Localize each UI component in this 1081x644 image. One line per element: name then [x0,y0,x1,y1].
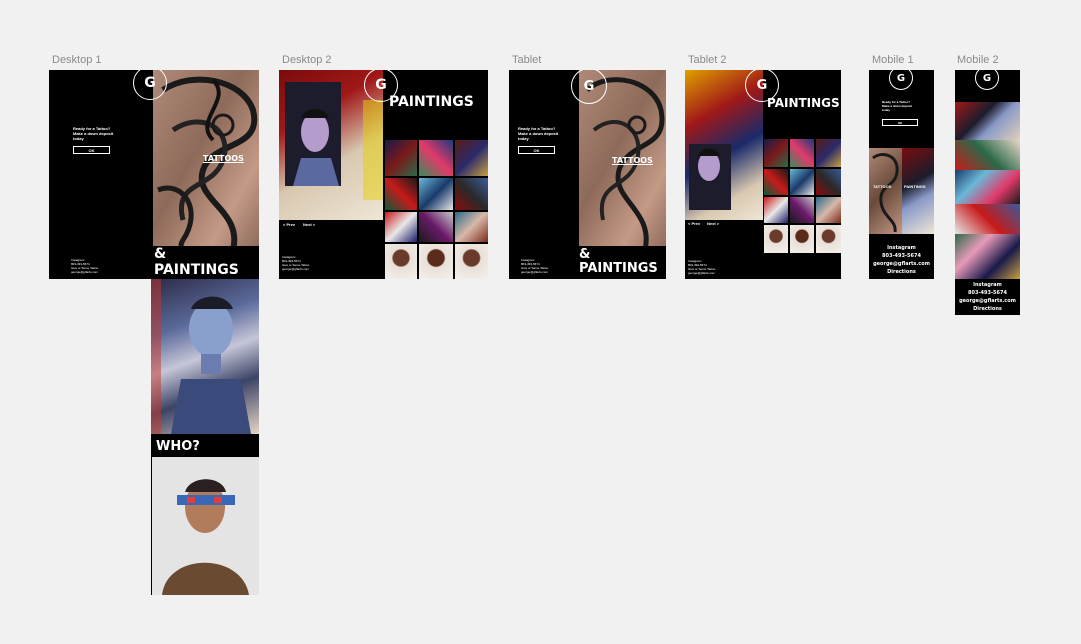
desktop-1-scroll-extension: & PAINTINGS WHO? [151,246,259,595]
prev-button[interactable]: < Prev [283,222,295,227]
logo-icon[interactable]: G [889,70,913,90]
promo-text: Ready for a Tattoo? Make a down deposit … [882,100,912,112]
paintings-tile-image[interactable] [902,148,934,234]
gallery-thumb[interactable] [385,140,417,176]
contact-email[interactable]: george@gflarts.com [521,270,548,274]
contact-email[interactable]: george@gflarts.com [282,267,309,271]
gallery-thumb[interactable] [816,169,841,195]
paintings-heading: PAINTINGS [767,96,840,110]
gallery-thumb[interactable] [419,140,453,176]
ok-button[interactable]: OK [73,146,110,154]
contact-phone[interactable]: 803-493-5674 [955,289,1020,297]
gallery-thumb[interactable] [385,212,417,242]
logo-letter: G [756,77,768,93]
mobile-footer: Instagram 803-493-5674 george@gflarts.co… [955,281,1020,313]
artboard-label-tablet[interactable]: Tablet [512,54,541,66]
tattoo-pattern-icon [872,153,899,233]
and-paintings-heading: & PAINTINGS [154,246,239,278]
logo-letter: G [144,75,156,91]
prev-button[interactable]: < Prev [688,221,700,226]
artboard-tablet[interactable]: G Ready for a Tattoo? Make a down deposi… [509,70,666,279]
gallery-thumb[interactable] [764,197,788,223]
contact-email[interactable]: george@gflarts.com [688,271,715,275]
paintings-tile-label: PAINTINGS [904,184,926,189]
artboard-label-desktop-2[interactable]: Desktop 2 [282,54,332,66]
gallery-thumb[interactable] [764,225,788,253]
artboard-label-mobile-2[interactable]: Mobile 2 [957,54,999,66]
gallery-thumb[interactable] [455,244,488,279]
contact-info: Instagram 803-493-5674 Give or Serve Tat… [71,258,98,274]
gallery-thumb[interactable] [816,197,841,223]
contact-info: Instagram 803-493-5674 Give or Serve Tat… [521,258,548,274]
promo-text: Ready for a Tattoo? Make a down deposit … [73,126,113,141]
gallery-strip-image[interactable] [955,102,1020,140]
next-button[interactable]: Next > [707,221,719,226]
gallery-strip-image[interactable] [955,234,1020,279]
contact-directions[interactable]: Directions [955,305,1020,313]
gallery-thumb[interactable] [790,169,814,195]
artboard-label-tablet-2[interactable]: Tablet 2 [688,54,727,66]
contact-instagram[interactable]: Instagram [955,281,1020,289]
artist-figure-icon [162,479,249,595]
gallery-thumb[interactable] [816,139,841,167]
logo-letter: G [583,78,595,94]
who-heading: WHO? [156,439,200,454]
gallery-thumb[interactable] [455,178,488,210]
gallery-thumb[interactable] [764,169,788,195]
promo-line-3: today [518,136,529,141]
gallery-thumb[interactable] [385,178,417,210]
gallery-thumb[interactable] [419,178,453,210]
artboard-label-mobile-1[interactable]: Mobile 1 [872,54,914,66]
gallery-thumb[interactable] [816,225,841,253]
ok-button[interactable]: OK [882,119,918,126]
logo-letter: G [896,72,906,84]
gallery-thumb[interactable] [790,225,814,253]
logo-letter: G [982,72,992,84]
contact-instagram[interactable]: Instagram [869,244,934,252]
promo-line-3: today [882,108,891,112]
next-button[interactable]: Next > [303,222,315,227]
ok-button[interactable]: OK [518,146,555,154]
tattoos-tile-image[interactable] [869,148,902,234]
contact-directions[interactable]: Directions [869,268,934,276]
contact-email[interactable]: george@gflarts.com [955,297,1020,305]
artboard-label-desktop-1[interactable]: Desktop 1 [52,54,102,66]
gallery-thumb[interactable] [790,139,814,167]
gallery-strip-image[interactable] [955,204,1020,234]
logo-letter: G [375,77,387,93]
paintings-heading: PAINTINGS [389,94,474,110]
portrait-figure-icon [151,279,251,434]
artboard-tablet-2[interactable]: < Prev Next > G PAINTINGS Instagram 803-… [685,70,841,279]
tattoos-heading[interactable]: TATTOOS [203,154,244,163]
artboard-mobile-1[interactable]: G Ready for a Tattoo? Make a down deposi… [869,70,934,279]
contact-phone[interactable]: 803-493-5674 [869,252,934,260]
gallery-thumb[interactable] [419,244,453,279]
gallery-thumb[interactable] [455,140,488,176]
promo-line-3: today [73,136,84,141]
gallery-thumb[interactable] [455,212,488,242]
contact-email[interactable]: george@gflarts.com [71,270,98,274]
contact-info: Instagram 803-493-5674 Give or Serve Tat… [688,259,715,275]
artist-photo-image [152,457,259,595]
gallery-thumb[interactable] [419,212,453,242]
gallery-thumb[interactable] [764,139,788,167]
gallery-thumb[interactable] [790,197,814,223]
gallery-strip-image[interactable] [955,140,1020,170]
artboard-desktop-2[interactable]: < Prev Next > G PAINTINGS Instagram 803-… [279,70,488,279]
logo-icon[interactable]: G [975,70,999,90]
gallery-strip-image[interactable] [955,170,1020,204]
gallery-thumb[interactable] [385,244,417,279]
portrait-painting-image [151,279,259,434]
and-paintings-heading: & PAINTINGS [579,247,658,276]
mobile-footer: Instagram 803-493-5674 george@gflarts.co… [869,244,934,276]
contact-email[interactable]: george@gflarts.com [869,260,934,268]
tattoos-heading[interactable]: TATTOOS [612,156,653,165]
contact-info: Instagram 803-493-5674 Give or Serve Tat… [282,255,309,271]
artboard-mobile-2[interactable]: G Instagram 803-493-5674 george@gflarts.… [955,70,1020,315]
promo-text: Ready for a Tattoo? Make a down deposit … [518,126,558,141]
tattoos-tile-label: TATTOOS [873,184,892,189]
